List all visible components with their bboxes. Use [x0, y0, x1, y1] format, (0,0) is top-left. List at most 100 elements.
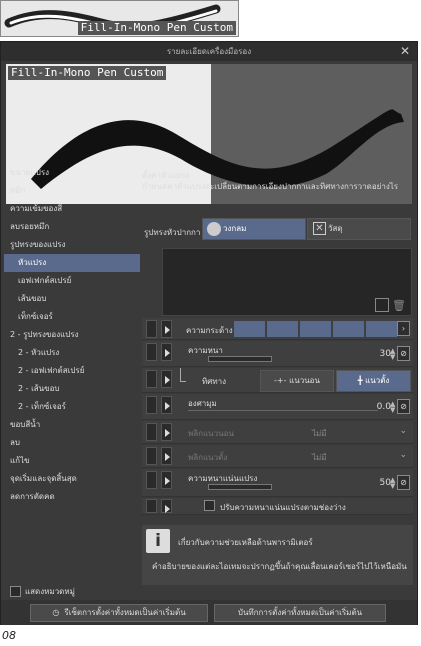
lock-toggle[interactable] — [146, 499, 157, 513]
sidebar-item[interactable]: ลบ — [4, 434, 140, 452]
show-toggle[interactable] — [161, 370, 172, 388]
save-label: บันทึกการตั้งค่าทั้งหมดเป็นค่าเริ่มต้น — [237, 608, 363, 617]
sidebar-item[interactable]: เอฟเฟกต์สเปรย์ — [4, 272, 140, 290]
sidebar-item[interactable]: 2 - เอฟเฟกต์สเปรย์ — [4, 362, 140, 380]
sidebar-item[interactable]: แก้ไข — [4, 452, 140, 470]
hardness-seg-4[interactable] — [333, 321, 364, 337]
show-toggle[interactable] — [161, 320, 172, 338]
sidebar-item[interactable]: รูปทรงของแปรง — [4, 236, 140, 254]
hardness-seg-1[interactable] — [234, 321, 265, 337]
save-all-button[interactable]: บันทึกการตั้งค่าทั้งหมดเป็นค่าเริ่มต้น — [214, 604, 386, 622]
lock-toggle[interactable] — [146, 447, 157, 465]
lock-toggle[interactable] — [146, 370, 157, 388]
dialog-title: รายละเอียดเครื่องมือรอง — [166, 47, 252, 56]
flip-h-select[interactable]: ไม่มี — [312, 427, 327, 440]
brush-thumbnail: Fill-In-Mono Pen Custom — [0, 0, 239, 37]
sidebar-item[interactable]: 2 - หัวแปรง — [4, 344, 140, 362]
chevron-right-icon[interactable]: › — [397, 321, 410, 336]
show-toggle[interactable] — [161, 471, 172, 489]
sidebar-item[interactable]: ลดการตัดคด — [4, 488, 140, 506]
info-icon: i — [146, 529, 170, 553]
page-number: 08 — [2, 629, 16, 642]
lock-toggle[interactable] — [146, 320, 157, 338]
reset-icon: ◷ — [52, 608, 60, 617]
spin-icon[interactable]: ▲ ▼ — [390, 401, 396, 414]
sidebar-item[interactable]: 2 - เส้นขอบ — [4, 380, 140, 398]
help-text: คำอธิบายของแต่ละไอเทมจะปรากฏขึ้นถ้าคุณเล… — [152, 562, 407, 571]
hardness-seg-3[interactable] — [300, 321, 331, 337]
direction-label: ทิศทาง — [202, 377, 227, 386]
spin-icon[interactable]: ▲ ▼ — [390, 477, 396, 490]
reset-label: รีเซ็ตการตั้งค่าทั้งหมดเป็นค่าเริ่มต้น — [64, 608, 186, 617]
material-list[interactable]: 🗑 — [162, 248, 412, 316]
density-checkbox[interactable] — [204, 500, 215, 511]
section-heading: ตั้งค่าหัวแปรง — [142, 171, 190, 180]
flip-vertical-row: พลิกแนวตั้ง ไม่มี ⌄ — [142, 445, 413, 468]
density-row: ความหนาแน่นแปรง 50 ▲ ▼ ⊘ — [142, 469, 413, 497]
sidebar-item[interactable]: จุดเริ่มและจุดสิ้นสุด — [4, 470, 140, 488]
hardness-seg-5[interactable] — [366, 321, 397, 337]
lock-toggle[interactable] — [146, 343, 157, 361]
sidebar-item[interactable]: ลบรอยหมึก — [4, 218, 140, 236]
category-sidebar: ขนาดแปรง หมึก ความเข้มของสี ลบรอยหมึก รูปทรง… — [4, 164, 140, 506]
tip-material-button[interactable]: ✕ วัสดุ — [307, 218, 411, 240]
tip-shape-label: รูปทรงหัวปากกา — [144, 228, 201, 237]
hardness-row: ความกระด้าง › — [142, 318, 413, 340]
show-all-label: แสดงหมวดหมู่ — [25, 587, 75, 596]
sidebar-item[interactable]: 2 - รูปทรงของแปรง — [4, 326, 140, 344]
thickness-slider[interactable] — [208, 356, 272, 362]
density-slider[interactable] — [208, 484, 272, 490]
dir-horizontal-label: แนวนอน — [289, 376, 320, 385]
thickness-row: ความหนา 30 ▲ ▼ ⊘ — [142, 341, 413, 367]
show-all-checkbox[interactable] — [10, 586, 21, 597]
spin-icon[interactable]: ▲ ▼ — [390, 348, 396, 361]
trash-icon[interactable]: 🗑 — [392, 299, 406, 312]
show-toggle[interactable] — [161, 396, 172, 414]
hardness-label: ความกระด้าง — [186, 326, 233, 335]
sidebar-item[interactable]: ความเข้มของสี — [4, 200, 140, 218]
sidebar-item[interactable]: 2 - เท็กซ์เจอร์ — [4, 398, 140, 416]
pressure-settings-icon[interactable]: ⊘ — [397, 346, 410, 361]
tip-circle-button[interactable]: วงกลม — [202, 218, 306, 240]
dialog-titlebar: รายละเอียดเครื่องมือรอง — [1, 42, 417, 61]
sub-tool-detail-dialog: รายละเอียดเครื่องมือรอง ✕ Fill-In-Mono P… — [0, 41, 418, 625]
sidebar-item[interactable]: ขนาดแปรง — [4, 164, 140, 182]
sidebar-item[interactable]: หมึก — [4, 182, 140, 200]
close-icon[interactable]: ✕ — [399, 44, 411, 58]
angle-value[interactable]: 0.0 — [377, 402, 391, 412]
material-icon: ✕ — [313, 222, 326, 235]
reset-all-button[interactable]: ◷ รีเซ็ตการตั้งค่าทั้งหมดเป็นค่าเริ่มต้น — [30, 604, 208, 622]
chevron-down-icon[interactable]: ⌄ — [399, 426, 407, 436]
hardness-seg-2[interactable] — [267, 321, 298, 337]
preview-label: Fill-In-Mono Pen Custom — [8, 66, 167, 80]
flip-horizontal-row: พลิกแนวนอน ไม่มี ⌄ — [142, 421, 413, 444]
angle-slider[interactable] — [188, 410, 378, 411]
sidebar-item[interactable]: เส้นขอบ — [4, 290, 140, 308]
sidebar-item[interactable]: หัวแปรง — [4, 254, 140, 272]
pressure-settings-icon[interactable]: ⊘ — [397, 475, 410, 490]
pressure-settings-icon[interactable]: ⊘ — [397, 399, 410, 414]
show-toggle[interactable] — [161, 447, 172, 465]
lock-toggle[interactable] — [146, 396, 157, 414]
show-toggle[interactable] — [161, 499, 172, 513]
flip-v-select[interactable]: ไม่มี — [312, 451, 327, 464]
show-toggle[interactable] — [161, 343, 172, 361]
lock-toggle[interactable] — [146, 423, 157, 441]
tree-connector — [180, 368, 186, 382]
circle-icon — [207, 222, 221, 236]
lock-toggle[interactable] — [146, 471, 157, 489]
sidebar-item[interactable]: เท็กซ์เจอร์ — [4, 308, 140, 326]
angle-row: องศามุม 0.0 ▲ ▼ ⊘ — [142, 394, 413, 420]
chevron-down-icon[interactable]: ⌄ — [399, 450, 407, 460]
vertical-icon: ╋ — [357, 376, 363, 385]
add-material-icon[interactable] — [375, 298, 389, 312]
section-description: กำหนดค่าหัวแปรงจะเปลี่ยนตามการเอียงปากกา… — [142, 182, 399, 191]
show-all-categories[interactable]: แสดงหมวดหมู่ — [10, 585, 75, 599]
tip-shape-row: รูปทรงหัวปากกา วงกลม ✕ วัสดุ — [142, 218, 413, 243]
tip-material-label: วัสดุ — [328, 224, 343, 233]
thumbnail-label: Fill-In-Mono Pen Custom — [77, 21, 236, 35]
direction-horizontal-button[interactable]: -+- แนวนอน — [260, 370, 334, 392]
sidebar-item[interactable]: ขอบสีน้ำ — [4, 416, 140, 434]
direction-vertical-button[interactable]: ╋ แนวตั้ง — [336, 370, 411, 392]
show-toggle[interactable] — [161, 423, 172, 441]
